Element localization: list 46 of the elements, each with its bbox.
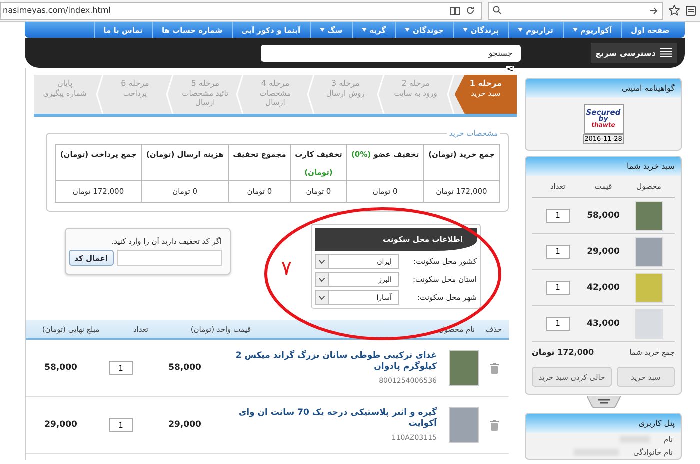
trash-icon[interactable]	[490, 420, 498, 430]
photo-placeholder	[635, 236, 663, 266]
caret-icon	[319, 260, 325, 264]
chevron-icon	[96, 75, 104, 114]
price-text: 29,000	[586, 246, 621, 256]
product-link[interactable]: غذای ترکیبی طوطی سانان بزرگ گراند میکس 2 کیلوگرم پادوان	[228, 350, 437, 374]
caret-icon	[319, 278, 325, 282]
unit-price: 58,000	[168, 363, 202, 373]
row-total: 29,000	[44, 420, 78, 430]
price-text: 43,000	[586, 318, 621, 328]
browser-search-field[interactable]	[488, 2, 663, 20]
arrow-icon[interactable]	[650, 6, 658, 14]
list-icon	[660, 48, 672, 58]
price-text: 58,000	[586, 210, 621, 220]
caret-icon	[319, 296, 325, 300]
price-text: 42,000	[586, 282, 621, 292]
row-total: 58,000	[44, 363, 78, 373]
menu-icon[interactable]	[686, 6, 696, 16]
total-value: 172,000 تومان	[532, 348, 594, 356]
panel-title: سبد خرید شما	[526, 157, 681, 176]
reload-icon[interactable]	[466, 6, 475, 15]
search-icon	[493, 6, 502, 15]
panel-title: پنل کاربری	[526, 414, 681, 433]
photo-placeholder	[449, 350, 479, 386]
chevron-icon	[446, 75, 455, 114]
photo-placeholder	[635, 308, 663, 338]
discount-code-field[interactable]	[117, 250, 222, 266]
product-link[interactable]: گیره و انبر پلاستیکی درجه یک 70 سانت ان وای آکوایت	[228, 408, 437, 430]
search-field[interactable]: جستجو	[260, 44, 521, 62]
chevron-icon	[236, 75, 244, 114]
photo-placeholder	[635, 200, 663, 230]
chevron-icon	[306, 75, 315, 114]
quick-access-button[interactable]: دسترسی سریع	[590, 43, 677, 63]
photo-placeholder	[635, 272, 663, 302]
unit-price: 29,000	[168, 420, 202, 430]
photo-placeholder	[449, 407, 479, 443]
reader-view-icon[interactable]	[450, 6, 460, 14]
collapse-handle-icon[interactable]	[586, 396, 620, 408]
star-icon[interactable]	[669, 5, 680, 16]
chevron-icon	[166, 75, 174, 114]
chevron-icon	[376, 75, 385, 114]
annotation-label: ۷	[281, 258, 292, 278]
address-bar[interactable]: nasimeyas.com/index.html	[0, 2, 482, 20]
trash-icon[interactable]	[490, 362, 498, 374]
panel-title: گواهینامه امنیتی	[526, 79, 681, 98]
url-text: nasimeyas.com/index.html	[3, 6, 112, 15]
